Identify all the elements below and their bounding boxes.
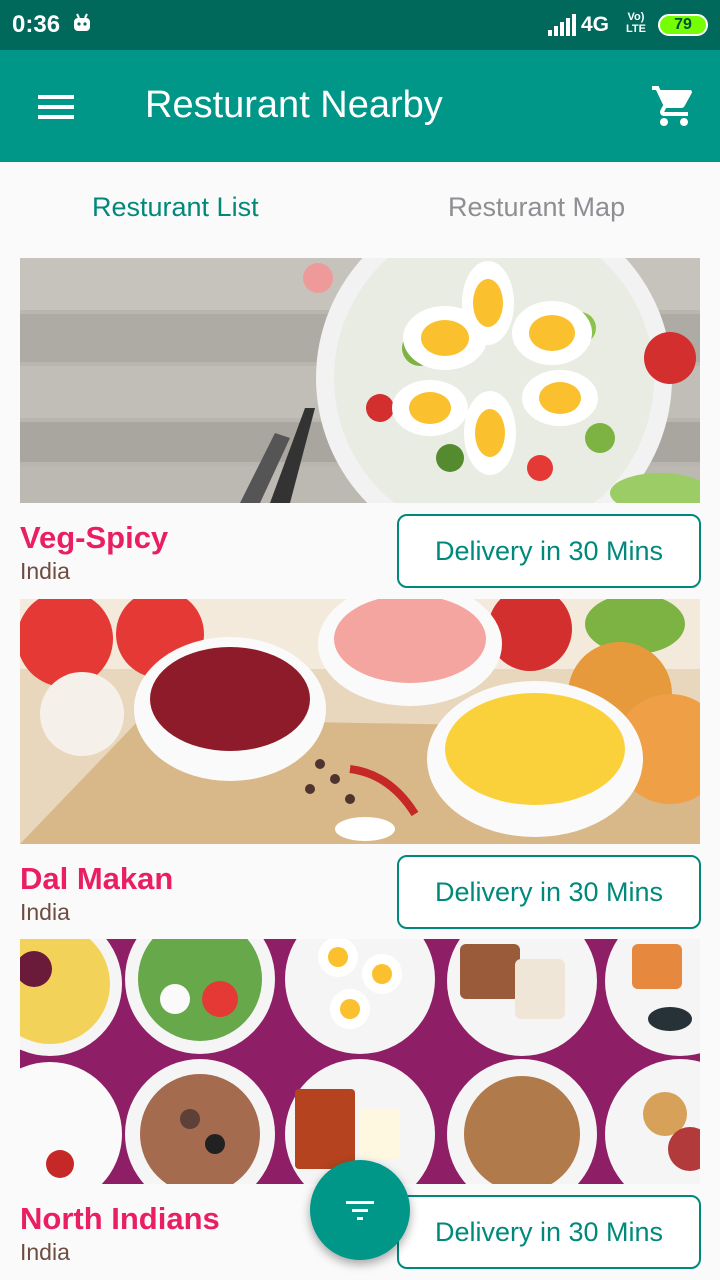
- delivery-time-button[interactable]: Delivery in 30 Mins: [397, 1195, 701, 1269]
- app-bar: Resturant Nearby: [0, 50, 720, 162]
- volte-line-1: Vo): [627, 11, 645, 23]
- volte-line-2: LTE: [626, 23, 646, 35]
- delivery-time-button[interactable]: Delivery in 30 Mins: [397, 514, 701, 588]
- status-time: 0:36: [12, 11, 61, 38]
- shopping-cart-icon[interactable]: [650, 82, 698, 130]
- hamburger-menu-icon[interactable]: [30, 86, 82, 126]
- signal-strength-icon: [548, 14, 576, 41]
- status-bar: 0:36 4G Vo) LTE 79: [0, 0, 720, 50]
- restaurant-card[interactable]: Veg-Spicy India Delivery in 30 Mins: [20, 258, 701, 598]
- restaurant-country: India: [20, 899, 70, 925]
- volte-indicator: Vo) LTE: [626, 11, 646, 35]
- filter-icon: [346, 1201, 374, 1220]
- tab-resturant-list[interactable]: Resturant List: [92, 192, 259, 223]
- battery-level: 79: [658, 14, 708, 36]
- restaurant-name: Dal Makan: [20, 861, 174, 896]
- restaurant-name: North Indians: [20, 1201, 220, 1236]
- network-type: 4G: [581, 13, 610, 36]
- restaurant-photo: [20, 939, 700, 1184]
- restaurant-country: India: [20, 558, 70, 584]
- restaurant-country: India: [20, 1239, 70, 1265]
- filter-fab-button[interactable]: [310, 1160, 410, 1260]
- tab-bar: Resturant List Resturant Map: [0, 162, 720, 256]
- tab-resturant-map[interactable]: Resturant Map: [448, 192, 625, 223]
- android-notification-icon: [72, 13, 92, 38]
- delivery-time-button[interactable]: Delivery in 30 Mins: [397, 855, 701, 929]
- page-title: Resturant Nearby: [145, 84, 443, 126]
- restaurant-photo: [20, 599, 700, 844]
- restaurant-name: Veg-Spicy: [20, 520, 169, 555]
- restaurant-card[interactable]: Dal Makan India Delivery in 30 Mins: [20, 599, 701, 939]
- restaurant-photo: [20, 258, 700, 503]
